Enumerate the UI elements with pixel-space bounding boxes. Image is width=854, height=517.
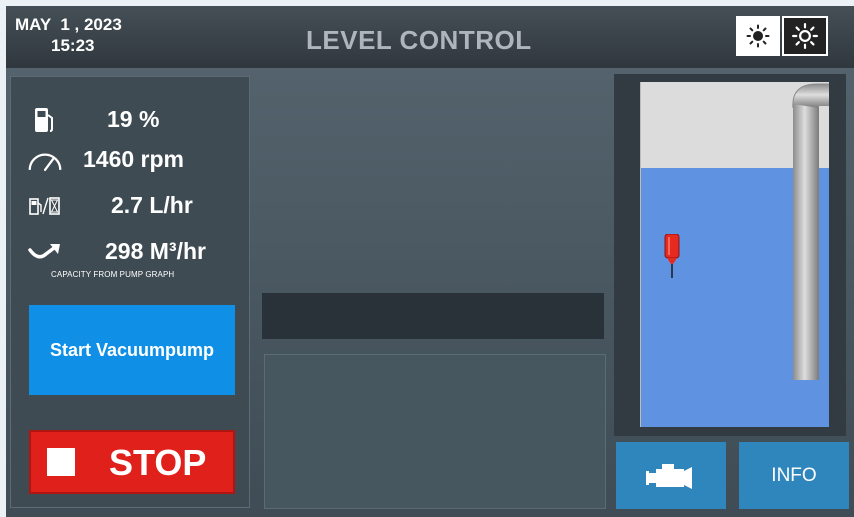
stop-label: STOP: [109, 442, 207, 483]
fuel-rate-row: 2.7 L/hr: [11, 191, 251, 221]
status-panel: 19 % 1460 rpm 2.7 L/hr 298 M³/hr CAPACIT…: [10, 76, 250, 508]
flow-row: 298 M³/hr: [11, 237, 251, 267]
top-bar: MAY 1 , 2023 15:23 LEVEL CONTROL: [6, 6, 854, 68]
flow-arrow-icon: [28, 244, 60, 259]
flow-caption: CAPACITY FROM PUMP GRAPH: [51, 270, 175, 279]
sun-outline-icon: [746, 24, 770, 48]
sun-icon: [792, 23, 818, 49]
engine-speed-row: 1460 rpm: [11, 145, 251, 175]
time-label: 15:23: [51, 36, 95, 55]
page-title: LEVEL CONTROL: [306, 25, 532, 55]
status-bar: [262, 293, 604, 339]
dark-theme-button[interactable]: [782, 16, 828, 56]
info-button[interactable]: INFO: [739, 442, 849, 509]
flow-value: 298 M³/hr: [105, 238, 206, 264]
fuel-level-row: 19 %: [11, 105, 251, 135]
fuel-rate-icon: [29, 197, 60, 215]
tank-graphic: [640, 82, 829, 427]
light-theme-button[interactable]: [736, 16, 780, 56]
engine-icon: [646, 463, 692, 489]
date-label: MAY 1 , 2023: [15, 15, 122, 34]
hmi-screen: MAY 1 , 2023 15:23 LEVEL CONTROL 19 % 14…: [6, 6, 854, 517]
engine-button[interactable]: [616, 442, 726, 509]
fuel-pump-icon: [35, 108, 53, 132]
engine-speed-value: 1460 rpm: [83, 146, 185, 172]
stop-icon: [47, 448, 75, 476]
fuel-rate-value: 2.7 L/hr: [111, 192, 193, 218]
tank-panel: [614, 74, 846, 436]
message-area: [264, 354, 606, 509]
start-vacuumpump-button[interactable]: Start Vacuumpump: [29, 305, 235, 395]
float-switch-icon: [664, 234, 680, 278]
speedometer-icon: [28, 153, 62, 172]
stop-button[interactable]: STOP: [29, 430, 235, 494]
fuel-level-value: 19 %: [107, 106, 160, 132]
